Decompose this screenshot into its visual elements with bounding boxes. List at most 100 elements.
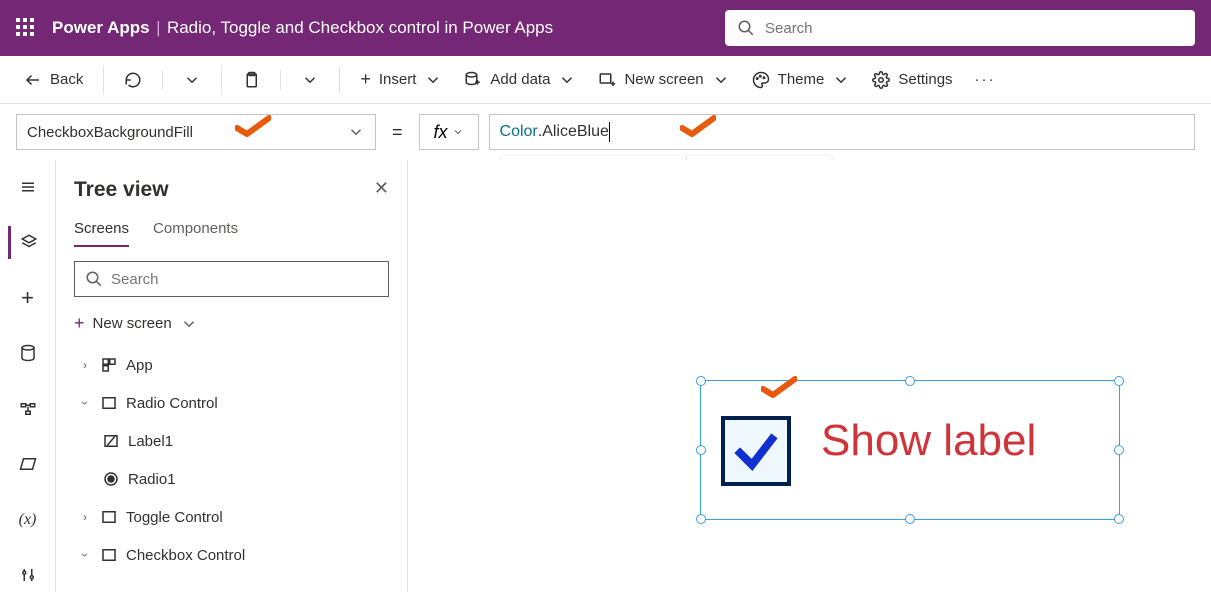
back-button[interactable]: Back: [16, 65, 91, 95]
resize-handle[interactable]: [696, 376, 706, 386]
paste-dropdown[interactable]: [293, 65, 327, 95]
tree-tabs: Screens Components: [74, 220, 389, 247]
selection-box[interactable]: Show label: [700, 380, 1120, 520]
tree-item-checkbox-control[interactable]: › Checkbox Control: [74, 536, 389, 574]
tab-screens[interactable]: Screens: [74, 220, 129, 247]
new-screen-button[interactable]: New screen: [590, 65, 737, 95]
chevron-down-icon: [180, 315, 198, 333]
flow-icon: [19, 400, 37, 418]
search-icon: [85, 270, 103, 288]
text-cursor: [609, 122, 610, 142]
page-title: Radio, Toggle and Checkbox control in Po…: [167, 18, 553, 37]
checkbox-label: Show label: [821, 416, 1036, 466]
rail-data[interactable]: [8, 337, 48, 371]
theme-button[interactable]: Theme: [744, 65, 859, 95]
undo-icon: [124, 71, 142, 89]
annotation-check-icon: [680, 114, 716, 143]
skew-icon: [19, 455, 37, 473]
screen-icon: [100, 394, 118, 412]
resize-handle[interactable]: [696, 445, 706, 455]
screen-plus-icon: [598, 71, 616, 89]
chevron-down-icon: [558, 71, 576, 89]
rail-advanced[interactable]: [8, 448, 48, 482]
global-search-input[interactable]: [765, 20, 1183, 37]
screen-icon: [100, 508, 118, 526]
radio-icon: [102, 470, 120, 488]
tree-item-label: Checkbox Control: [126, 547, 245, 564]
resize-handle[interactable]: [696, 514, 706, 524]
resize-handle[interactable]: [1114, 445, 1124, 455]
tree-item-label: Toggle Control: [126, 509, 223, 526]
header-title-group: Power Apps | Radio, Toggle and Checkbox …: [52, 18, 553, 38]
chevron-down-icon: [347, 123, 365, 141]
separator: [280, 70, 281, 90]
resize-handle[interactable]: [905, 376, 915, 386]
rail-tools[interactable]: [8, 559, 48, 592]
checkmark-icon: [732, 427, 780, 475]
tree-item-radio1[interactable]: Radio1: [74, 460, 389, 498]
equals-label: =: [392, 122, 403, 143]
gear-icon: [872, 71, 890, 89]
fx-icon: fx: [434, 122, 448, 143]
fx-button[interactable]: fx: [419, 114, 479, 150]
chevron-down-icon: ›: [78, 548, 92, 562]
annotation-check-icon: [761, 375, 797, 404]
tree-item-radio-control[interactable]: › Radio Control: [74, 384, 389, 422]
rail-tree-view[interactable]: [8, 226, 48, 260]
theme-label: Theme: [778, 71, 825, 88]
global-search[interactable]: [725, 10, 1195, 46]
palette-icon: [752, 71, 770, 89]
formula-input[interactable]: Color.AliceBlue: [489, 114, 1195, 150]
settings-button[interactable]: Settings: [864, 65, 960, 95]
rail-hamburger[interactable]: [8, 170, 48, 204]
settings-label: Settings: [898, 71, 952, 88]
new-screen-label: New screen: [93, 315, 172, 332]
paste-button[interactable]: [234, 65, 268, 95]
tree-item-app[interactable]: › App: [74, 346, 389, 384]
formula-expr-1: Color: [500, 123, 538, 141]
property-dropdown[interactable]: CheckboxBackgroundFill: [16, 114, 376, 150]
add-data-label: Add data: [490, 71, 550, 88]
tools-icon: [19, 566, 37, 584]
chevron-down-icon: [183, 71, 201, 89]
checkbox-control[interactable]: [721, 416, 791, 486]
app-header: Power Apps | Radio, Toggle and Checkbox …: [0, 0, 1211, 56]
plus-icon: +: [74, 313, 85, 334]
formula-bar: CheckboxBackgroundFill = fx Color.AliceB…: [0, 104, 1211, 160]
chevron-right-icon: ›: [78, 510, 92, 524]
plus-icon: +: [360, 69, 371, 90]
formula-expr-2: .AliceBlue: [538, 123, 609, 141]
separator: [162, 70, 163, 90]
rail-insert[interactable]: +: [8, 281, 48, 315]
tree-item-toggle-control[interactable]: › Toggle Control: [74, 498, 389, 536]
tab-components[interactable]: Components: [153, 220, 238, 247]
variable-icon: (x): [19, 511, 37, 529]
tree-search[interactable]: [74, 261, 389, 297]
back-label: Back: [50, 71, 83, 88]
resize-handle[interactable]: [1114, 514, 1124, 524]
add-data-button[interactable]: Add data: [456, 65, 584, 95]
tree-search-input[interactable]: [111, 271, 378, 288]
design-canvas[interactable]: [408, 160, 1211, 592]
more-button[interactable]: ···: [967, 65, 1004, 94]
hamburger-icon: [19, 178, 37, 196]
database-icon: [464, 71, 482, 89]
chevron-right-icon: ›: [78, 358, 92, 372]
tree-item-label1[interactable]: Label1: [74, 422, 389, 460]
app-icon: [100, 356, 118, 374]
left-rail: + (x): [0, 160, 56, 592]
rail-media[interactable]: [8, 392, 48, 426]
undo-button[interactable]: [116, 65, 150, 95]
waffle-icon[interactable]: [16, 18, 36, 38]
insert-button[interactable]: + Insert: [352, 63, 450, 96]
rail-variables[interactable]: (x): [8, 503, 48, 537]
close-button[interactable]: ✕: [374, 178, 389, 199]
resize-handle[interactable]: [905, 514, 915, 524]
resize-handle[interactable]: [1114, 376, 1124, 386]
insert-label: Insert: [379, 71, 417, 88]
undo-dropdown[interactable]: [175, 65, 209, 95]
chevron-down-icon: [301, 71, 319, 89]
app-name: Power Apps: [52, 18, 150, 37]
search-icon: [737, 19, 755, 37]
new-screen-button[interactable]: + New screen: [74, 309, 389, 338]
